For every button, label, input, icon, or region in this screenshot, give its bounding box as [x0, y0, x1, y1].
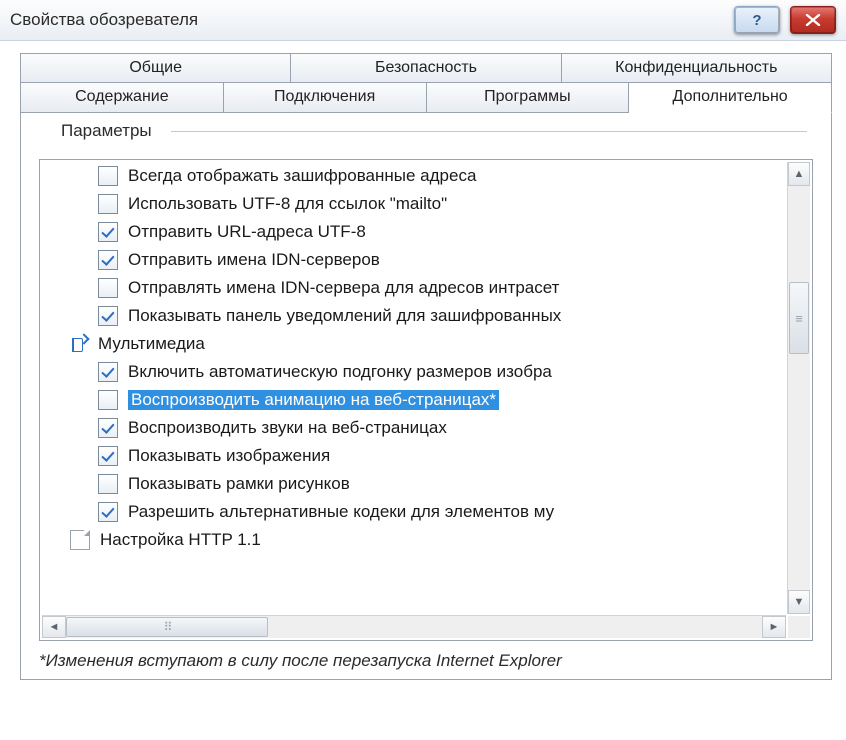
- checkbox[interactable]: [98, 166, 118, 186]
- category-media[interactable]: Мультимедиа: [42, 330, 786, 358]
- scroll-up-button[interactable]: ▲: [788, 162, 810, 186]
- tab-Программы[interactable]: Программы: [427, 82, 630, 113]
- window-title: Свойства обозревателя: [10, 10, 734, 30]
- dialog-window: { "title": "Свойства обозревателя", "tab…: [0, 0, 846, 740]
- help-button[interactable]: ?: [734, 6, 780, 34]
- tab-row-1: ОбщиеБезопасностьКонфиденциальность: [20, 53, 832, 83]
- option-label: Использовать UTF-8 для ссылок "mailto": [128, 194, 447, 214]
- option-label: Мультимедиа: [98, 334, 205, 354]
- vertical-scroll-track[interactable]: [788, 186, 810, 590]
- option-label: Воспроизводить звуки на веб-страницах: [128, 418, 447, 438]
- vertical-scrollbar[interactable]: ▲ ▼: [787, 162, 810, 614]
- tab-Конфиденциальность[interactable]: Конфиденциальность: [562, 53, 832, 83]
- group-label: Параметры: [55, 121, 158, 141]
- tab-pane-advanced: Параметры Всегда отображать зашифрованны…: [20, 113, 832, 680]
- footnote: *Изменения вступают в силу после перезап…: [39, 651, 813, 671]
- checkbox[interactable]: [98, 250, 118, 270]
- option-row-10[interactable]: Показывать изображения: [42, 442, 786, 470]
- option-label: Показывать панель уведомлений для зашифр…: [128, 306, 561, 326]
- checkbox[interactable]: [98, 390, 118, 410]
- checkbox[interactable]: [98, 222, 118, 242]
- scroll-down-button[interactable]: ▼: [788, 590, 810, 614]
- option-label: Разрешить альтернативные кодеки для элем…: [128, 502, 554, 522]
- title-buttons: ?: [734, 6, 836, 34]
- scroll-left-button[interactable]: ◄: [42, 616, 66, 638]
- titlebar: Свойства обозревателя ?: [0, 0, 846, 41]
- vertical-scroll-thumb[interactable]: [789, 282, 809, 354]
- tab-Безопасность[interactable]: Безопасность: [291, 53, 561, 83]
- option-label: Включить автоматическую подгонку размеро…: [128, 362, 552, 382]
- settings-listbox[interactable]: Всегда отображать зашифрованные адреса Ис…: [39, 159, 813, 641]
- option-row-0[interactable]: Всегда отображать зашифрованные адреса: [42, 162, 786, 190]
- category-page[interactable]: Настройка HTTP 1.1: [42, 526, 786, 554]
- option-row-9[interactable]: Воспроизводить звуки на веб-страницах: [42, 414, 786, 442]
- option-row-12[interactable]: Разрешить альтернативные кодеки для элем…: [42, 498, 786, 526]
- option-label: Показывать рамки рисунков: [128, 474, 350, 494]
- tab-row-2: СодержаниеПодключенияПрограммыДополнител…: [20, 83, 832, 114]
- option-row-1[interactable]: Использовать UTF-8 для ссылок "mailto": [42, 190, 786, 218]
- scroll-right-button[interactable]: ►: [762, 616, 786, 638]
- option-label: Отправить URL-адреса UTF-8: [128, 222, 366, 242]
- option-row-3[interactable]: Отправить имена IDN-серверов: [42, 246, 786, 274]
- checkbox[interactable]: [98, 474, 118, 494]
- tab-Содержание[interactable]: Содержание: [20, 82, 224, 113]
- scroll-corner: [788, 616, 810, 638]
- checkbox[interactable]: [98, 502, 118, 522]
- option-label: Воспроизводить анимацию на веб-страницах…: [128, 390, 499, 410]
- option-row-11[interactable]: Показывать рамки рисунков: [42, 470, 786, 498]
- option-label: Всегда отображать зашифрованные адреса: [128, 166, 476, 186]
- option-row-7[interactable]: Включить автоматическую подгонку размеро…: [42, 358, 786, 386]
- checkbox[interactable]: [98, 194, 118, 214]
- close-button[interactable]: [790, 6, 836, 34]
- tab-container: ОбщиеБезопасностьКонфиденциальность Соде…: [20, 53, 832, 114]
- option-label: Настройка HTTP 1.1: [100, 530, 261, 550]
- horizontal-scroll-track[interactable]: [66, 616, 762, 638]
- option-row-5[interactable]: Показывать панель уведомлений для зашифр…: [42, 302, 786, 330]
- dialog-content: ОбщиеБезопасностьКонфиденциальность Соде…: [0, 41, 846, 680]
- horizontal-scroll-thumb[interactable]: [66, 617, 268, 637]
- tab-Дополнительно[interactable]: Дополнительно: [629, 82, 832, 113]
- option-label: Показывать изображения: [128, 446, 330, 466]
- option-row-4[interactable]: Отправлять имена IDN-сервера для адресов…: [42, 274, 786, 302]
- checkbox[interactable]: [98, 278, 118, 298]
- tab-Общие[interactable]: Общие: [20, 53, 291, 83]
- option-label: Отправлять имена IDN-сервера для адресов…: [128, 278, 559, 298]
- option-row-2[interactable]: Отправить URL-адреса UTF-8: [42, 218, 786, 246]
- option-label: Отправить имена IDN-серверов: [128, 250, 380, 270]
- media-icon: [70, 335, 88, 353]
- checkbox[interactable]: [98, 418, 118, 438]
- group-divider: [171, 131, 807, 132]
- horizontal-scrollbar[interactable]: ◄ ►: [42, 615, 786, 638]
- page-icon: [70, 530, 90, 550]
- close-icon: [805, 14, 821, 26]
- checkbox[interactable]: [98, 362, 118, 382]
- checkbox[interactable]: [98, 446, 118, 466]
- checkbox[interactable]: [98, 306, 118, 326]
- tab-Подключения[interactable]: Подключения: [224, 82, 427, 113]
- list-viewport: Всегда отображать зашифрованные адреса Ис…: [42, 162, 786, 614]
- option-row-8[interactable]: Воспроизводить анимацию на веб-страницах…: [42, 386, 786, 414]
